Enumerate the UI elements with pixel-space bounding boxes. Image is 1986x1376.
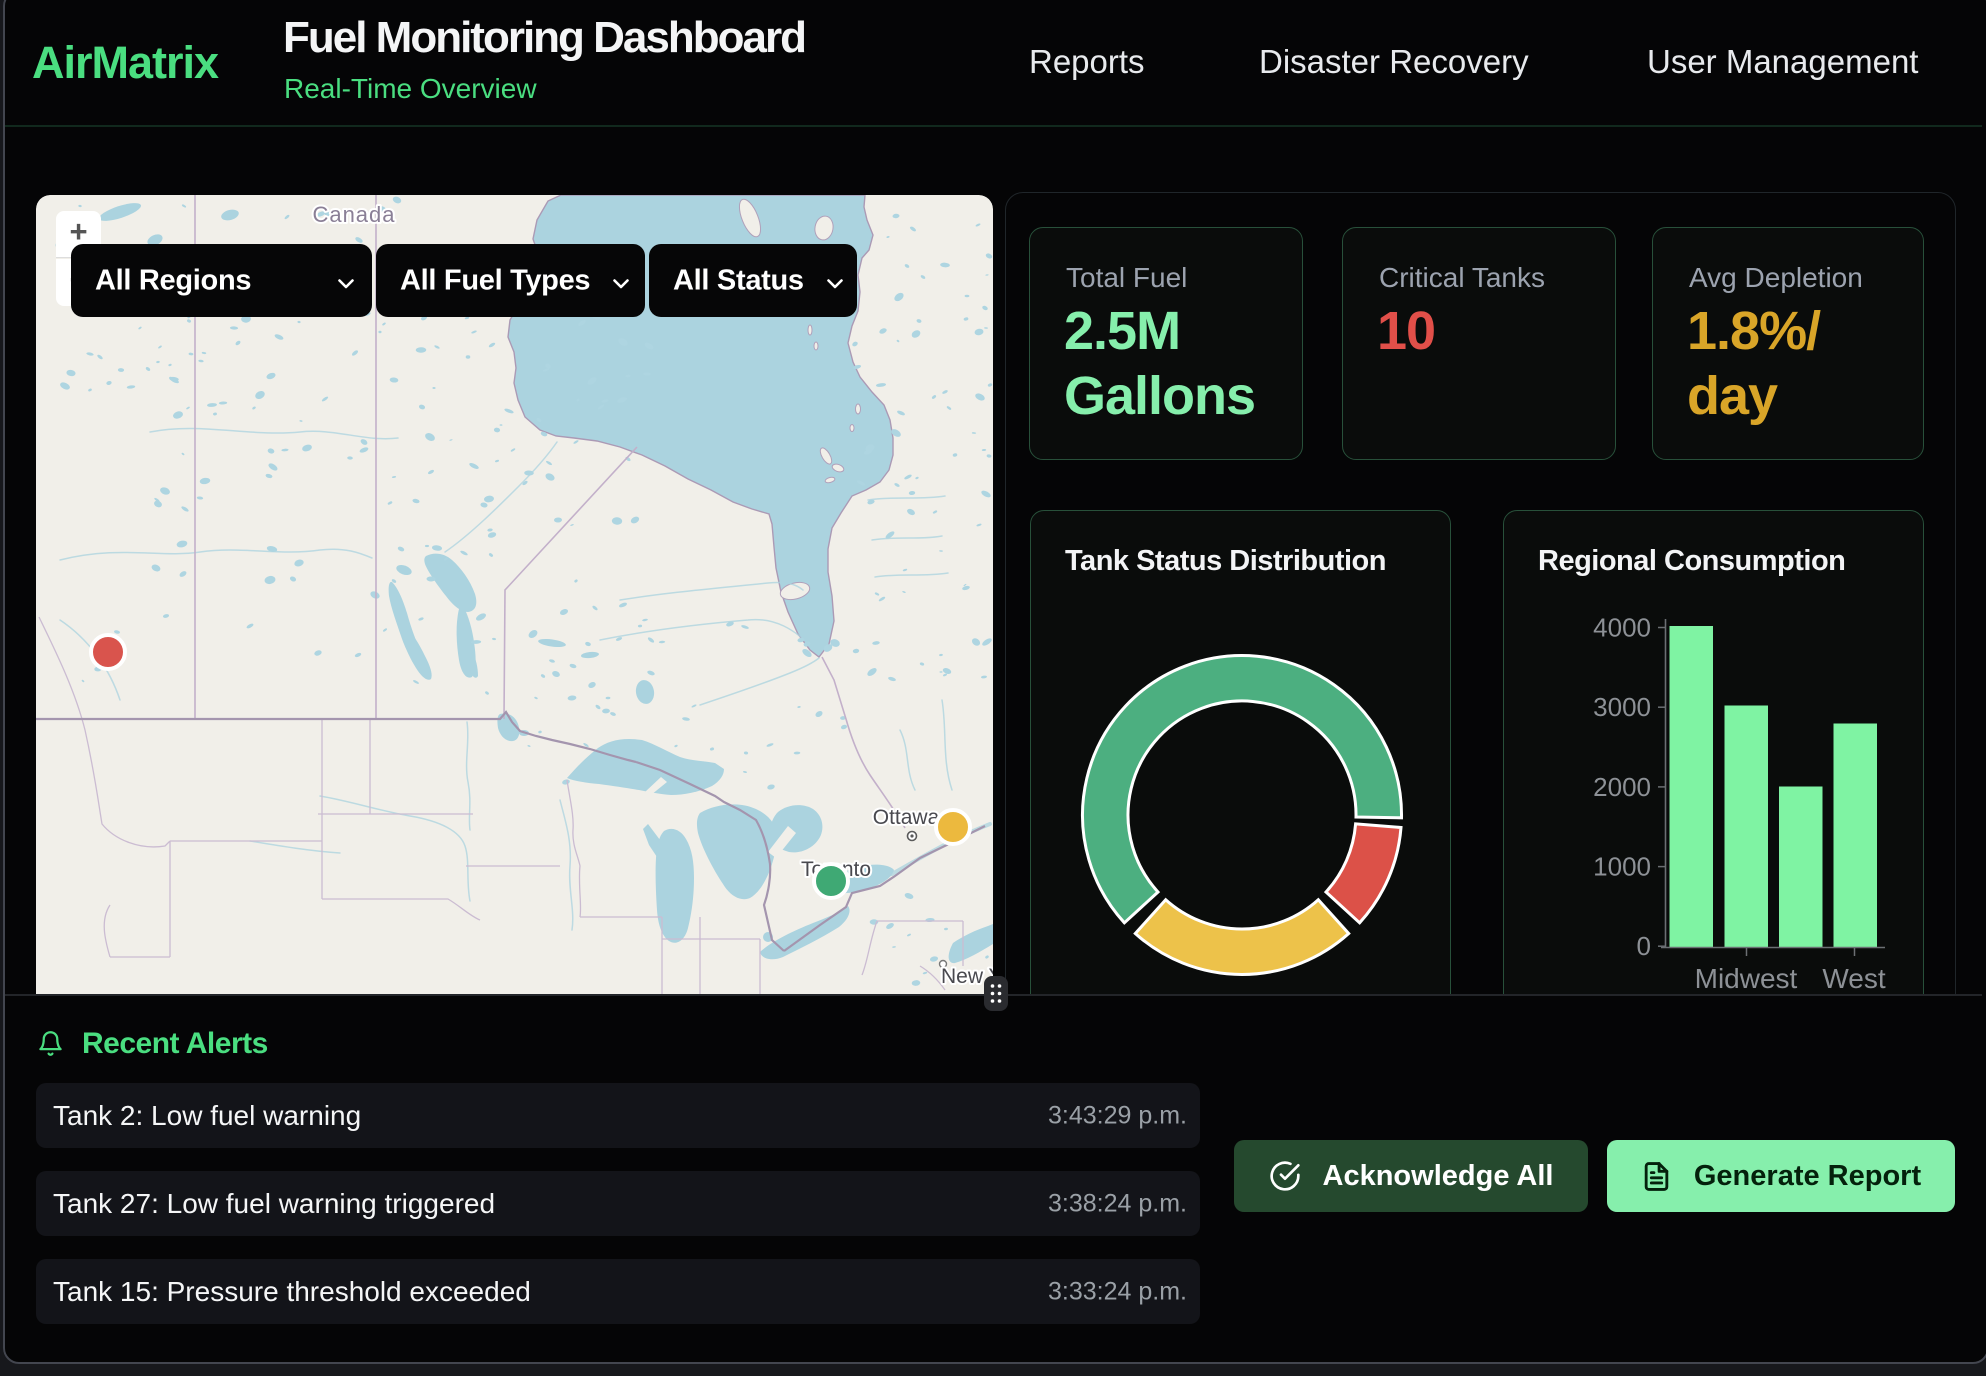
- svg-text:Midwest: Midwest: [1695, 963, 1798, 994]
- svg-text:1000: 1000: [1593, 852, 1651, 882]
- svg-text:4000: 4000: [1593, 613, 1651, 643]
- svg-text:2000: 2000: [1593, 772, 1651, 802]
- svg-text:0: 0: [1637, 931, 1651, 961]
- svg-text:West: West: [1822, 963, 1885, 994]
- svg-text:3000: 3000: [1593, 692, 1651, 722]
